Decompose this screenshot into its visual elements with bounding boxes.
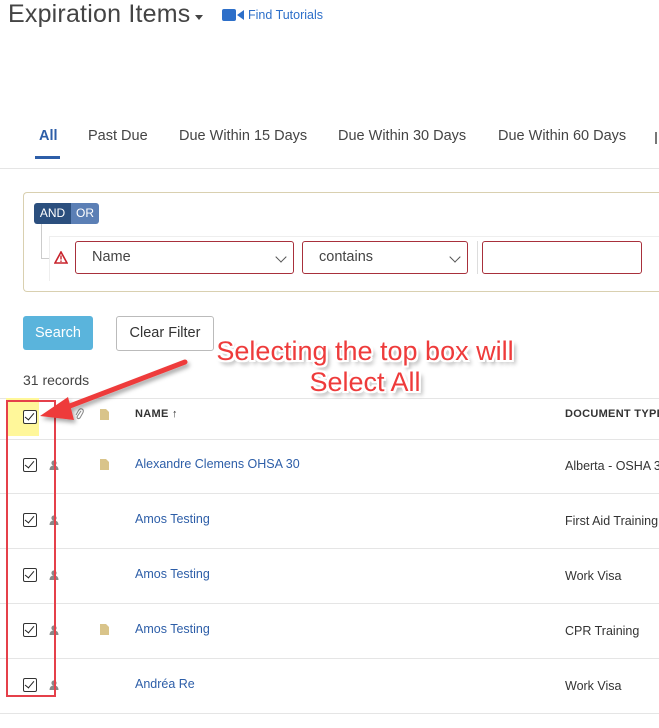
- sort-ascending-icon: ↑: [171, 408, 178, 420]
- annotation-highlight-box: [6, 400, 56, 697]
- chevron-down-icon: [449, 251, 461, 263]
- tab-due-15[interactable]: Due Within 15 Days: [179, 128, 307, 144]
- tab-bar: All Past Due Due Within 15 Days Due With…: [0, 118, 659, 169]
- annotation-text: Selecting the top box will Select All: [180, 336, 550, 398]
- tab-overflow: [655, 132, 657, 144]
- column-header-document-type[interactable]: DOCUMENT TYPE: [565, 408, 659, 420]
- column-header-name[interactable]: NAME ↑: [135, 408, 178, 420]
- row-name-link[interactable]: Andréa Re: [135, 677, 195, 691]
- chevron-down-icon: [275, 251, 287, 263]
- find-tutorials-link[interactable]: Find Tutorials: [248, 8, 323, 22]
- row-document-type: First Aid Training: [565, 514, 659, 528]
- title-dropdown-icon[interactable]: [195, 15, 203, 20]
- filter-field-select[interactable]: Name: [75, 241, 294, 274]
- and-button[interactable]: AND: [34, 203, 71, 224]
- tab-due-60[interactable]: Due Within 60 Days: [498, 128, 626, 144]
- file-icon: [100, 624, 109, 635]
- page-title: Expiration Items: [8, 0, 191, 28]
- tab-past-due[interactable]: Past Due: [88, 128, 148, 144]
- table-row[interactable]: Amos Testing First Aid Training: [0, 493, 659, 549]
- table-row[interactable]: Andréa Re Work Visa: [0, 658, 659, 714]
- row-document-type: Work Visa: [565, 679, 622, 693]
- annotation-line-2: Select All: [309, 367, 421, 397]
- file-icon: [100, 409, 109, 420]
- tab-all[interactable]: All: [39, 128, 58, 144]
- row-name-link[interactable]: Amos Testing: [135, 512, 210, 526]
- table-header: [0, 398, 659, 440]
- table-row[interactable]: Alexandre Clemens OHSA 30 Alberta - OSHA …: [0, 438, 659, 494]
- video-camera-icon[interactable]: [222, 9, 244, 21]
- tree-connector: [41, 224, 42, 258]
- attachment-icon: [75, 408, 84, 420]
- row-name-link[interactable]: Amos Testing: [135, 622, 210, 636]
- table-row[interactable]: Amos Testing Work Visa: [0, 548, 659, 604]
- column-header-name-label: NAME: [135, 408, 169, 420]
- active-tab-indicator: [35, 156, 60, 159]
- warning-icon: [54, 251, 68, 264]
- divider: [477, 241, 478, 274]
- search-button[interactable]: Search: [23, 316, 93, 350]
- row-document-type: CPR Training: [565, 624, 640, 638]
- row-document-type: Work Visa: [565, 569, 622, 583]
- file-icon: [100, 459, 109, 470]
- records-count: 31 records: [23, 372, 90, 388]
- table-row[interactable]: Amos Testing CPR Training: [0, 603, 659, 659]
- filter-value-input[interactable]: [482, 241, 642, 274]
- annotation-line-1: Selecting the top box will: [216, 336, 514, 366]
- or-button[interactable]: OR: [71, 203, 99, 224]
- row-document-type: Alberta - OSHA 30: [565, 459, 659, 473]
- tab-due-30[interactable]: Due Within 30 Days: [338, 128, 466, 144]
- filter-operator-value: contains: [319, 249, 374, 265]
- filter-field-value: Name: [92, 249, 131, 265]
- row-name-link[interactable]: Alexandre Clemens OHSA 30: [135, 457, 300, 471]
- row-name-link[interactable]: Amos Testing: [135, 567, 210, 581]
- filter-operator-select[interactable]: contains: [302, 241, 468, 274]
